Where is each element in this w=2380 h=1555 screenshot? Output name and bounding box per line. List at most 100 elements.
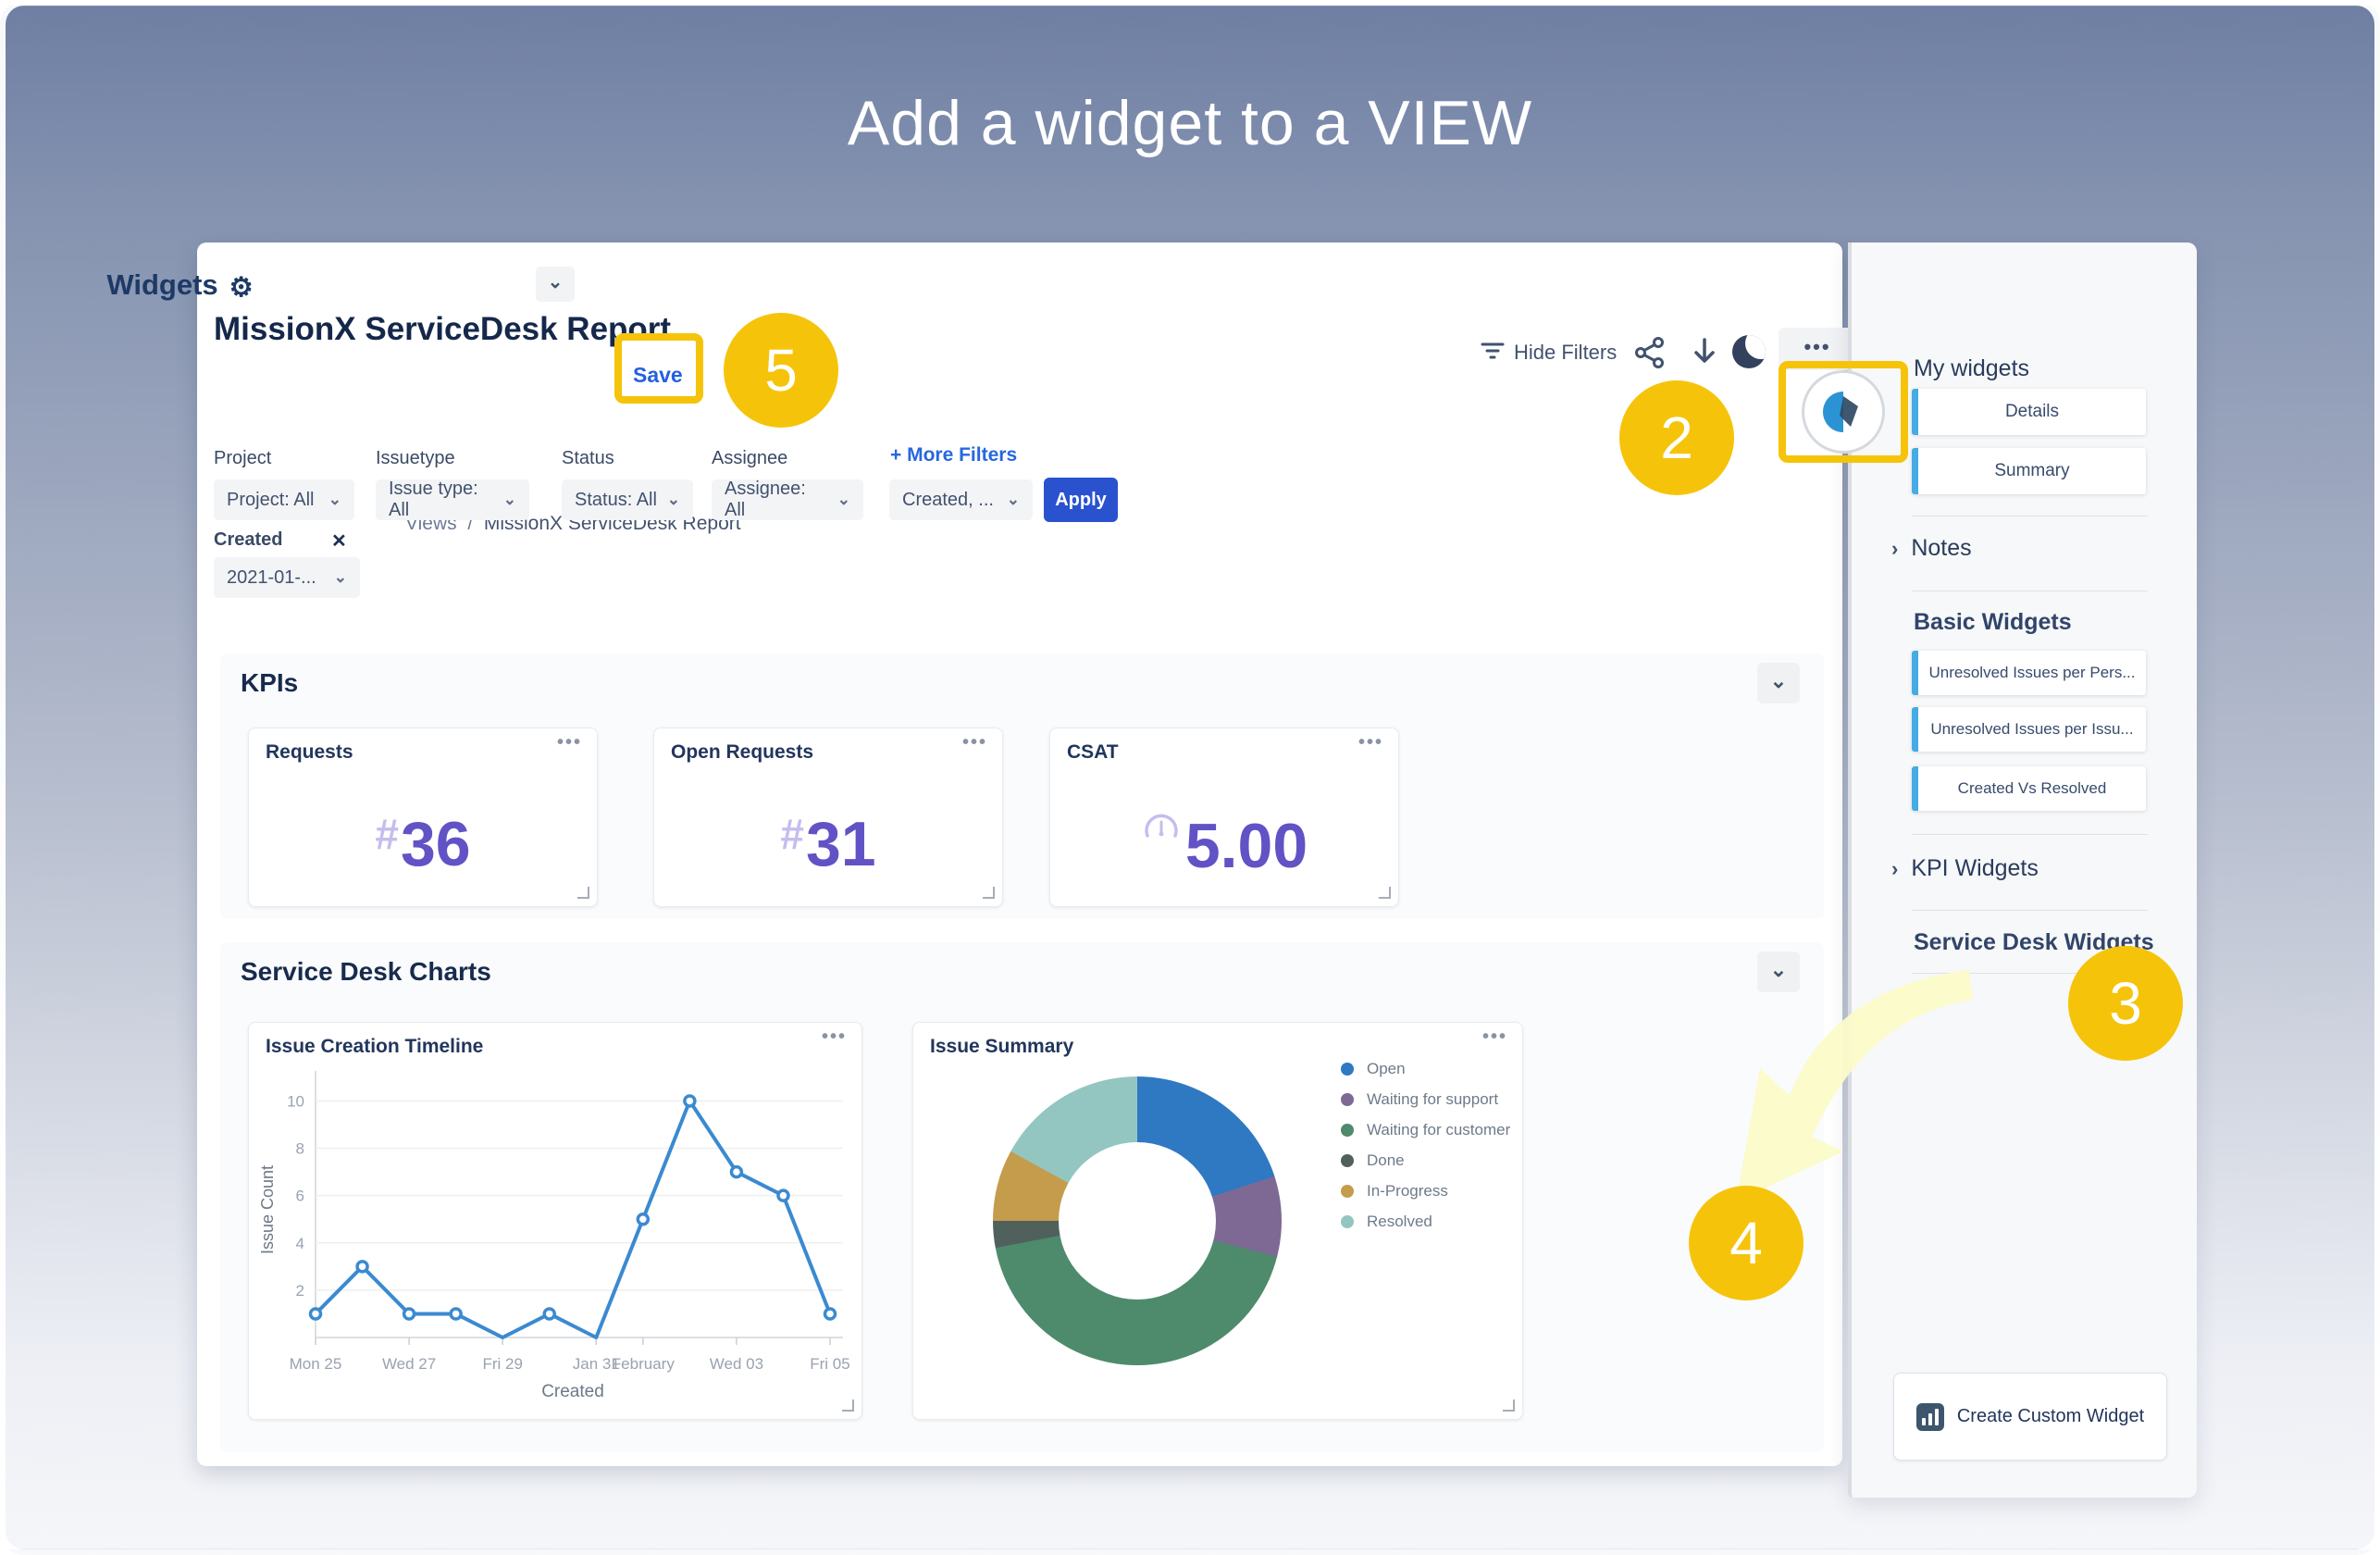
assignee-filter-dropdown[interactable]: Assignee: All ⌄ xyxy=(712,479,863,520)
chevron-down-icon: ⌄ xyxy=(503,491,516,509)
kpi-widgets-toggle[interactable]: › KPI Widgets xyxy=(1891,855,2039,882)
notes-label: Notes xyxy=(1911,535,1971,561)
more-filters-link[interactable]: + More Filters xyxy=(890,444,1017,466)
created-filter-dropdown[interactable]: Created, ... ⌄ xyxy=(889,479,1033,520)
share-icon[interactable] xyxy=(1632,335,1667,370)
widget-item-summary[interactable]: Summary xyxy=(1912,448,2146,494)
legend-label: Resolved xyxy=(1367,1213,1432,1231)
gauge-icon xyxy=(1141,808,1182,843)
legend-label: In-Progress xyxy=(1367,1182,1448,1200)
chevron-right-icon: › xyxy=(1891,857,1898,880)
resize-handle[interactable] xyxy=(1379,887,1391,899)
filter-label-project: Project xyxy=(214,448,271,469)
kpi-card-requests: Requests ••• #36 xyxy=(248,728,598,907)
resize-handle[interactable] xyxy=(983,887,995,899)
filter-label-assignee: Assignee xyxy=(712,448,787,469)
status-filter-dropdown[interactable]: Status: All ⌄ xyxy=(562,479,693,520)
assignee-filter-value: Assignee: All xyxy=(725,479,828,521)
kpi-card-open-requests: Open Requests ••• #31 xyxy=(653,728,1003,907)
widget-item-details[interactable]: Details xyxy=(1912,389,2146,435)
step-5-badge: 5 xyxy=(724,313,838,428)
hide-filters-button[interactable]: Hide Filters xyxy=(1514,341,1617,365)
svg-text:Wed 03: Wed 03 xyxy=(710,1355,763,1373)
filter-icon[interactable] xyxy=(1479,337,1506,365)
applied-date-dropdown[interactable]: 2021-01-... ⌄ xyxy=(214,557,360,598)
project-filter-dropdown[interactable]: Project: All ⌄ xyxy=(214,479,354,520)
donut-chart-title: Issue Summary xyxy=(930,1036,1073,1058)
card-menu-icon[interactable]: ••• xyxy=(822,1026,847,1048)
resize-handle[interactable] xyxy=(577,887,589,899)
created-filter-value: Created, ... xyxy=(902,490,994,511)
step-3-badge: 3 xyxy=(2068,946,2183,1061)
gear-icon[interactable]: ⚙ xyxy=(229,273,254,303)
create-custom-widget-button[interactable]: Create Custom Widget xyxy=(1893,1373,2167,1461)
bar-chart-icon xyxy=(1916,1403,1944,1431)
widget-item-unresolved-issue[interactable]: Unresolved Issues per Issu... xyxy=(1912,707,2146,752)
app-logo[interactable] xyxy=(1802,370,1885,454)
step-2-badge: 2 xyxy=(1619,380,1734,495)
svg-text:February: February xyxy=(612,1355,676,1373)
remove-filter-icon[interactable]: ✕ xyxy=(331,529,347,553)
card-menu-icon[interactable]: ••• xyxy=(962,732,987,753)
svg-text:Fri 05: Fri 05 xyxy=(810,1355,849,1373)
widget-item-unresolved-person[interactable]: Unresolved Issues per Pers... xyxy=(1912,651,2146,695)
issuetype-filter-value: Issue type: All xyxy=(389,479,494,521)
kpi-widgets-label: KPI Widgets xyxy=(1911,855,2039,881)
apply-button[interactable]: Apply xyxy=(1044,478,1118,522)
svg-text:4: 4 xyxy=(296,1235,304,1252)
legend-dot-icon xyxy=(1341,1185,1354,1198)
card-menu-icon[interactable]: ••• xyxy=(1482,1026,1507,1048)
legend-label: Done xyxy=(1367,1151,1405,1170)
project-filter-value: Project: All xyxy=(227,490,314,511)
legend-item[interactable]: Done xyxy=(1341,1151,1510,1170)
poster-background: Add a widget to a VIEW Views / MissionX … xyxy=(0,0,2380,1555)
chevron-down-icon: ⌄ xyxy=(667,491,680,509)
svg-text:6: 6 xyxy=(296,1188,304,1205)
card-menu-icon[interactable]: ••• xyxy=(1358,732,1383,753)
legend-item[interactable]: Open xyxy=(1341,1060,1510,1078)
card-menu-icon[interactable]: ••• xyxy=(557,732,582,753)
notes-section-toggle[interactable]: ›Notes xyxy=(1891,535,1972,562)
legend-item[interactable]: In-Progress xyxy=(1341,1182,1510,1200)
download-icon[interactable] xyxy=(1688,335,1721,368)
pie-logo-icon xyxy=(1819,388,1867,436)
kpi-value: #31 xyxy=(654,808,1002,880)
line-chart-card: Issue Creation Timeline ••• 246810Mon 25… xyxy=(248,1022,862,1420)
kpi-card-title: CSAT xyxy=(1067,741,1119,764)
charts-section-title: Service Desk Charts xyxy=(241,957,491,987)
create-custom-widget-label: Create Custom Widget xyxy=(1957,1406,2144,1427)
svg-text:8: 8 xyxy=(296,1140,304,1158)
legend-item[interactable]: Waiting for customer xyxy=(1341,1121,1510,1139)
kpi-number: 36 xyxy=(401,809,471,879)
line-chart: 246810Mon 25Wed 27Fri 29Jan 31FebruaryWe… xyxy=(256,1064,856,1413)
legend-item[interactable]: Waiting for support xyxy=(1341,1090,1510,1109)
poster-title: Add a widget to a VIEW xyxy=(6,87,2374,159)
filter-label-issuetype: Issuetype xyxy=(376,448,455,469)
kpi-number: 5.00 xyxy=(1185,811,1308,881)
kpi-card-csat: CSAT ••• 5.00 xyxy=(1049,728,1399,907)
svg-text:Created: Created xyxy=(541,1382,604,1401)
filter-label-status: Status xyxy=(562,448,614,469)
sidebar-title-text: Widgets xyxy=(106,268,217,301)
resize-handle[interactable] xyxy=(1503,1400,1515,1412)
applied-filter-label: Created xyxy=(214,529,282,551)
my-widgets-label: My widgets xyxy=(1914,355,2029,382)
issuetype-filter-dropdown[interactable]: Issue type: All ⌄ xyxy=(376,479,529,520)
kpi-value: #36 xyxy=(249,808,597,880)
resize-handle[interactable] xyxy=(842,1400,854,1412)
dark-mode-icon[interactable] xyxy=(1732,335,1766,368)
legend-dot-icon xyxy=(1341,1063,1354,1076)
chevron-down-icon: ⌄ xyxy=(837,491,850,509)
legend-item[interactable]: Resolved xyxy=(1341,1213,1510,1231)
kpi-card-title: Requests xyxy=(266,741,353,764)
donut-hole xyxy=(1059,1142,1216,1300)
sidebar-divider xyxy=(1912,834,2148,835)
legend-label: Waiting for customer xyxy=(1367,1121,1510,1139)
donut-legend: Open Waiting for support Waiting for custo… xyxy=(1341,1060,1510,1243)
chevron-down-icon: ⌄ xyxy=(328,491,341,509)
hash-icon: # xyxy=(375,810,399,858)
kpi-collapse-button[interactable]: ⌄ xyxy=(1757,663,1800,703)
view-switcher-caret[interactable]: ⌄ xyxy=(536,267,575,302)
widget-item-created-vs-resolved[interactable]: Created Vs Resolved xyxy=(1912,766,2146,811)
sidebar-divider xyxy=(1912,910,2148,911)
